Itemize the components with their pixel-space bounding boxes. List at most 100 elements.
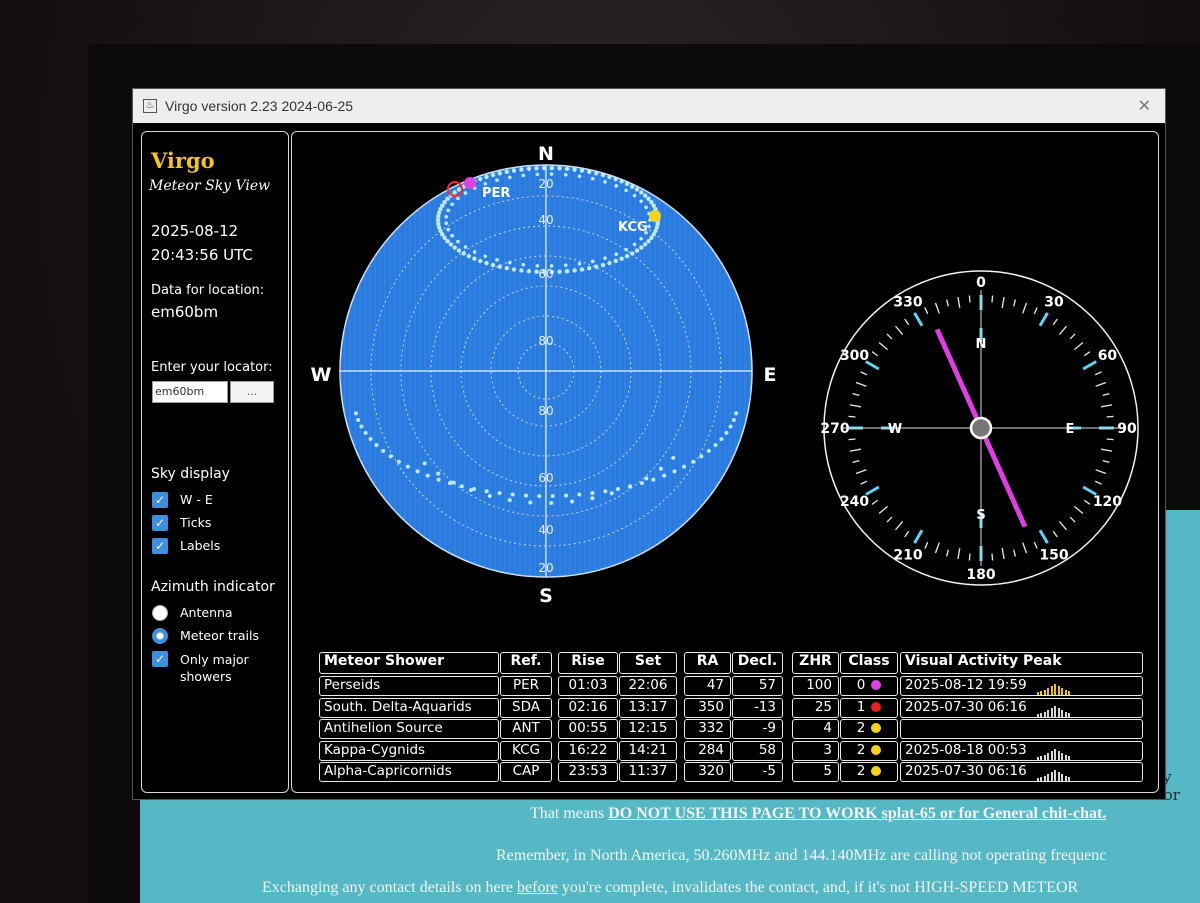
- location-value: em60bm: [151, 303, 219, 321]
- meteor-trail-dot: [445, 196, 450, 202]
- meteor-trail-dot: [587, 266, 592, 271]
- date-text: 2025-08-12: [151, 222, 239, 240]
- activity-bar: [1043, 776, 1046, 781]
- background-line-3-link[interactable]: before: [517, 879, 558, 896]
- meteor-trail-dot: [609, 491, 614, 496]
- activity-bar: [1047, 752, 1050, 760]
- meteor-trail-dot: [436, 471, 441, 476]
- activity-bar: [1047, 774, 1050, 781]
- class-dot-icon: [871, 680, 882, 690]
- meteor-trail-dot: [607, 260, 612, 266]
- meteor-trail-dot: [541, 165, 547, 171]
- meteor-trail-dot: [356, 417, 361, 422]
- per-radiant-marker[interactable]: [464, 177, 476, 189]
- meteor-trail-dot: [497, 171, 502, 176]
- meteor-trail-dot: [590, 259, 595, 264]
- meteor-trail-dot: [507, 498, 512, 503]
- compass-degree-label: 150: [1039, 547, 1068, 563]
- compass-hub: [969, 416, 993, 440]
- radio-antenna-dot[interactable]: [152, 605, 168, 621]
- meteor-trail-dot: [619, 179, 624, 184]
- meteor-trail-dot: [590, 491, 595, 496]
- compass-tick: [1106, 438, 1114, 441]
- locator-button[interactable]: ...: [230, 381, 274, 403]
- cell-ra: 332: [684, 719, 731, 739]
- radio-antenna[interactable]: Antenna: [152, 605, 233, 621]
- cell-cls-text: 2: [856, 763, 866, 779]
- locator-input[interactable]: em60bm: [152, 381, 228, 403]
- app-icon: ♨: [143, 99, 157, 113]
- background-line-1-prefix: That means: [530, 805, 609, 822]
- cell-decl-text: -13: [753, 698, 776, 715]
- meteor-trail-dot: [577, 492, 582, 497]
- cell-decl: -13: [732, 697, 783, 718]
- meteor-trail-dot: [632, 242, 637, 247]
- meteor-trail-dot: [495, 178, 499, 182]
- meteor-trail-dot: [463, 245, 468, 249]
- activity-bar: [1050, 686, 1053, 695]
- cell-name: Perseids: [319, 676, 499, 696]
- cell-zhr-text: 100: [806, 677, 832, 693]
- header-set: Set: [619, 652, 677, 674]
- checkbox-labels[interactable]: ✓ Labels: [152, 538, 220, 554]
- header-decl: Decl.: [732, 652, 783, 674]
- meteor-trail-dot: [448, 481, 452, 486]
- checkbox-w-e-box[interactable]: ✓: [152, 492, 168, 508]
- compass-degree-label: 90: [1117, 421, 1137, 437]
- app-brand: Virgo: [151, 148, 215, 173]
- meteor-trail-dot: [472, 256, 477, 261]
- cell-set: 13:17: [619, 697, 677, 718]
- meteor-trail-dot: [422, 461, 427, 466]
- checkbox-only-major[interactable]: ✓ Only major showers: [152, 651, 272, 685]
- background-line-1-link[interactable]: DO NOT USE THIS PAGE TO WORK splat-65 or…: [608, 805, 1106, 822]
- background-line-3-suffix: you're complete, invalidates the contact…: [557, 879, 1079, 896]
- title-bar[interactable]: ♨ Virgo version 2.23 2024-06-25 ✕: [133, 89, 1165, 123]
- background-line-1: That means DO NOT USE THIS PAGE TO WORK …: [530, 805, 1106, 823]
- compass-tick: [991, 295, 994, 303]
- activity-bar: [1036, 778, 1039, 781]
- activity-bar: [1068, 777, 1071, 781]
- meteor-trail-dot: [630, 251, 635, 256]
- cell-rise-text: 00:55: [568, 720, 608, 736]
- cell-rise: 00:55: [558, 719, 618, 739]
- checkbox-ticks[interactable]: ✓ Ticks: [152, 515, 211, 531]
- cell-cls: 2: [840, 719, 898, 739]
- elev-label-n-80: 80: [538, 334, 553, 348]
- meteor-trail-dot: [523, 493, 528, 498]
- meteor-trail-dot: [639, 190, 644, 195]
- meteor-trail-dot: [639, 236, 643, 241]
- cell-cls: 2: [840, 740, 898, 761]
- meteor-trail-dot: [594, 171, 599, 176]
- compass-inner-s: S: [976, 508, 985, 523]
- meteor-trail-dot: [579, 168, 585, 173]
- checkbox-ticks-box[interactable]: ✓: [152, 515, 168, 531]
- checkbox-labels-box[interactable]: ✓: [152, 538, 168, 554]
- cell-ref-text: CAP: [512, 763, 540, 779]
- meteor-trail-dot: [587, 169, 592, 174]
- compass-degree-label: 330: [893, 295, 922, 311]
- cell-peak-text: 2025-07-30 06:16: [905, 763, 1027, 779]
- meteor-trail-dot: [484, 260, 489, 266]
- meteor-trail-dot: [579, 267, 585, 272]
- checkbox-w-e[interactable]: ✓ W - E: [152, 492, 213, 508]
- checkbox-only-major-box[interactable]: ✓: [152, 651, 168, 667]
- meteor-trail-dot: [507, 175, 512, 180]
- meteor-trail-dot: [504, 169, 509, 174]
- meteor-trail-dot: [634, 248, 640, 253]
- meteor-trail-dot: [478, 176, 483, 182]
- cell-peak-text: 2025-07-30 06:16: [905, 698, 1027, 715]
- meteor-trail-dot: [381, 448, 386, 453]
- meteor-trail-dot: [646, 238, 651, 244]
- meteor-trail-dot: [557, 269, 562, 274]
- meteor-trail-dot: [614, 184, 619, 188]
- cell-set: 14:21: [619, 740, 677, 761]
- kcg-radiant-marker[interactable]: [649, 210, 661, 222]
- meteor-trail-dot: [463, 191, 468, 195]
- activity-bar: [1047, 688, 1050, 695]
- close-icon[interactable]: ✕: [1138, 96, 1151, 115]
- radio-meteor-trails-dot[interactable]: [152, 628, 168, 644]
- background-line-3-prefix: Exchanging any contact details on here: [262, 879, 518, 896]
- meteor-trail-dot: [535, 172, 540, 177]
- radio-meteor-trails[interactable]: Meteor trails: [152, 628, 259, 644]
- meteor-trail-dot: [642, 193, 648, 198]
